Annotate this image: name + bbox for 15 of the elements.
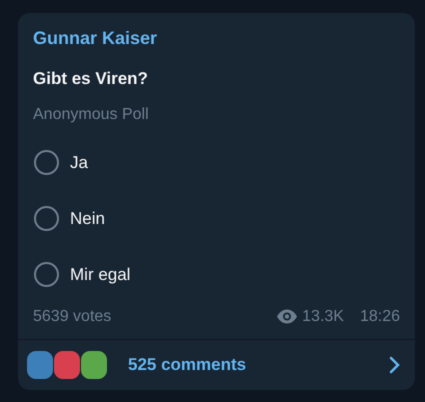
view-count: 13.3K [302,306,344,326]
eye-icon [276,309,298,324]
radio-button[interactable] [34,206,59,231]
message-time: 18:26 [360,306,400,326]
comments-button[interactable]: 525 comments [18,338,415,390]
radio-button[interactable] [34,150,59,175]
poll-type: Anonymous Poll [32,104,150,124]
chevron-right-icon [389,356,400,374]
option-label[interactable]: Nein [70,206,105,232]
option-label[interactable]: Mir egal [70,262,130,288]
option-label[interactable]: Ja [70,150,88,176]
poll-question: Gibt es Viren? [32,68,149,90]
radio-button[interactable] [34,262,59,287]
vote-count: 5639 votes [33,306,112,326]
author-name[interactable]: Gunnar Kaiser [18,13,415,52]
